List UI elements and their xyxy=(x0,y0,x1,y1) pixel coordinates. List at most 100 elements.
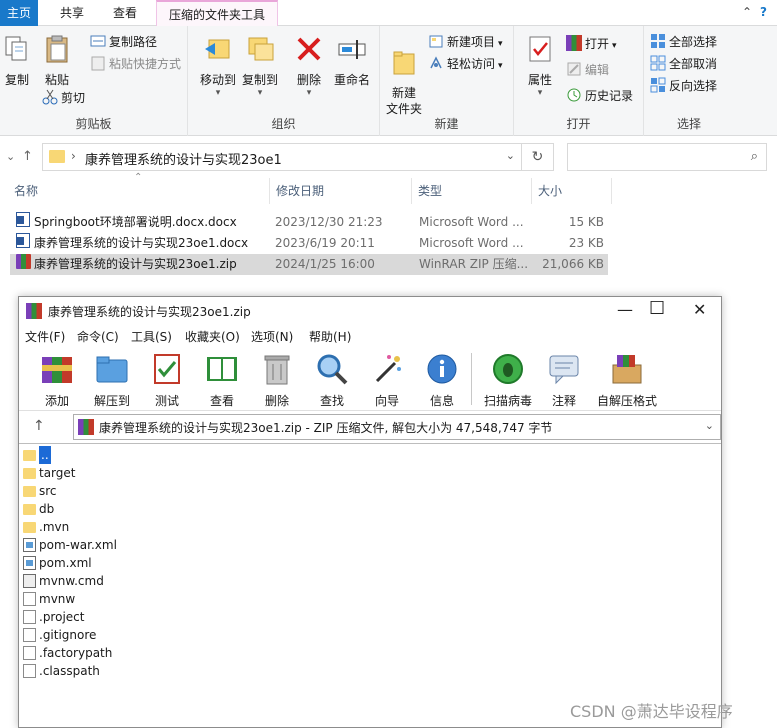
column-header-date[interactable]: 修改日期 xyxy=(270,178,412,204)
column-header-size[interactable]: 大小 xyxy=(532,178,612,204)
file-icon xyxy=(23,592,36,606)
paste-shortcut-button[interactable]: 粘贴快捷方式 xyxy=(90,54,181,74)
comment-icon xyxy=(549,355,579,385)
edit-icon xyxy=(567,62,581,76)
file-name: 康养管理系统的设计与实现23oe1.zip xyxy=(34,257,237,271)
file-row-selected[interactable]: 康养管理系统的设计与实现23oe1.zip 2024/1/25 16:00 Wi… xyxy=(10,254,608,275)
menu-options[interactable]: 选项(N) xyxy=(251,328,293,345)
info-label: 信息 xyxy=(429,394,454,408)
tab-view[interactable]: 查看 xyxy=(102,0,148,26)
address-bar[interactable]: › 康养管理系统的设计与实现23oe1 ⌄ xyxy=(42,143,522,171)
collapse-ribbon-icon[interactable]: ⌃ xyxy=(742,5,752,19)
properties-label: 属性 xyxy=(527,73,552,87)
menu-file[interactable]: 文件(F) xyxy=(25,328,65,345)
minimize-icon[interactable]: — xyxy=(617,300,633,319)
select-none-icon xyxy=(650,55,666,71)
paste-button[interactable]: 粘贴 xyxy=(42,34,72,88)
new-item-button[interactable]: 新建项目 ▾ xyxy=(428,32,503,52)
chevron-down-icon[interactable]: ⌄ xyxy=(705,419,714,432)
file-row[interactable]: 康养管理系统的设计与实现23oe1.docx 2023/6/19 20:11 M… xyxy=(10,233,608,254)
search-icon[interactable]: ⌕ xyxy=(751,149,758,164)
wizard-button[interactable]: 向导 xyxy=(362,351,412,409)
select-all-label: 全部选择 xyxy=(669,35,718,49)
folder-icon xyxy=(23,450,36,461)
view-label: 查看 xyxy=(209,394,234,408)
extract-to-button[interactable]: 解压到 xyxy=(87,351,137,409)
delete-archive-button[interactable]: 删除 xyxy=(252,351,302,409)
virus-scan-button[interactable]: 扫描病毒 xyxy=(480,351,536,409)
recent-locations-icon[interactable]: ⌄ xyxy=(6,150,15,163)
edit-button[interactable]: 编辑 xyxy=(566,60,609,80)
easy-access-button[interactable]: 轻松访问 ▾ xyxy=(428,54,503,74)
file-icon xyxy=(23,610,36,624)
info-icon xyxy=(427,354,457,384)
invert-selection-label: 反向选择 xyxy=(669,79,718,93)
copy-button[interactable]: 复制 xyxy=(2,34,32,88)
winrar-path-row: ↑ 康养管理系统的设计与实现23oe1.zip - ZIP 压缩文件, 解包大小… xyxy=(19,411,721,443)
delete-x-icon xyxy=(297,37,321,61)
tab-compressed-folder-tools[interactable]: 压缩的文件夹工具 xyxy=(156,0,278,26)
select-none-label: 全部取消 xyxy=(669,57,718,71)
delete-button[interactable]: 删除 ▾ xyxy=(292,34,326,98)
folder-icon xyxy=(23,486,36,497)
properties-button[interactable]: 属性 ▾ xyxy=(522,34,558,98)
search-input[interactable] xyxy=(574,144,744,170)
breadcrumb-chevron-icon: › xyxy=(71,149,76,163)
up-arrow-icon[interactable]: ↑ xyxy=(33,418,45,434)
chevron-down-icon[interactable]: ⌄ xyxy=(506,149,515,162)
column-header-name[interactable]: 名称 xyxy=(8,178,270,204)
xml-file-icon xyxy=(23,556,36,570)
delete-dropdown-icon: ▾ xyxy=(306,88,312,98)
item-name: db xyxy=(39,502,55,516)
breadcrumb-path[interactable]: 康养管理系统的设计与实现23oe1 xyxy=(85,149,282,168)
copy-path-button[interactable]: 复制路径 xyxy=(90,32,157,52)
column-header-type[interactable]: 类型 xyxy=(412,178,532,204)
file-row[interactable]: Springboot环境部署说明.docx.docx 2023/12/30 21… xyxy=(10,212,608,233)
menu-favorites[interactable]: 收藏夹(O) xyxy=(185,328,240,345)
sfx-button[interactable]: 自解压格式 xyxy=(594,351,660,409)
word-icon xyxy=(16,233,30,248)
add-button[interactable]: 添加 xyxy=(32,351,82,409)
move-to-button[interactable]: 移动到 ▾ xyxy=(198,34,238,98)
new-item-dropdown-icon: ▾ xyxy=(498,39,503,49)
winrar-titlebar[interactable]: 康养管理系统的设计与实现23oe1.zip — ☐ ✕ xyxy=(19,297,721,325)
rename-button[interactable]: 重命名 xyxy=(330,34,374,88)
winrar-icon xyxy=(566,35,582,51)
organize-group-label: 组织 xyxy=(271,117,296,131)
refresh-button[interactable]: ↻ xyxy=(522,143,554,171)
cut-button[interactable]: 剪切 xyxy=(42,88,85,108)
organize-group: 移动到 ▾ 复制到 ▾ 删除 ▾ 重命名 组织 xyxy=(188,26,380,136)
menu-tools[interactable]: 工具(S) xyxy=(131,328,172,345)
invert-selection-button[interactable]: 反向选择 xyxy=(650,76,717,96)
find-button[interactable]: 查找 xyxy=(307,351,357,409)
folder-icon xyxy=(23,468,36,479)
item-name: pom-war.xml xyxy=(39,538,117,552)
menu-commands[interactable]: 命令(C) xyxy=(77,328,119,345)
properties-dropdown-icon: ▾ xyxy=(537,88,543,98)
item-name: src xyxy=(39,484,57,498)
tab-home[interactable]: 主页 xyxy=(0,0,38,26)
maximize-icon[interactable]: ☐ xyxy=(649,298,665,319)
copy-to-button[interactable]: 复制到 ▾ xyxy=(240,34,280,98)
close-icon[interactable]: ✕ xyxy=(693,300,706,319)
test-button[interactable]: 测试 xyxy=(142,351,192,409)
history-button[interactable]: 历史记录 xyxy=(566,86,633,106)
file-date: 2024/1/25 16:00 xyxy=(275,257,375,271)
info-button[interactable]: 信息 xyxy=(417,351,467,409)
folder-icon xyxy=(49,150,65,163)
select-none-button[interactable]: 全部取消 xyxy=(650,54,717,74)
view-button[interactable]: 查看 xyxy=(197,351,247,409)
help-icon[interactable]: ? xyxy=(760,5,767,19)
menu-help[interactable]: 帮助(H) xyxy=(309,328,351,345)
open-button[interactable]: 打开 ▾ xyxy=(566,34,617,54)
trash-icon xyxy=(264,355,290,385)
comment-button[interactable]: 注释 xyxy=(539,351,589,409)
copy-to-dropdown-icon: ▾ xyxy=(257,88,263,98)
refresh-icon: ↻ xyxy=(531,149,544,165)
item-name: .factorypath xyxy=(39,646,113,660)
archive-path-combobox[interactable]: 康养管理系统的设计与实现23oe1.zip - ZIP 压缩文件, 解包大小为 … xyxy=(73,414,721,440)
new-folder-label: 新建 文件夹 xyxy=(385,86,422,116)
select-all-button[interactable]: 全部选择 xyxy=(650,32,717,52)
up-arrow-icon[interactable]: ↑ xyxy=(22,149,33,164)
tab-share[interactable]: 共享 xyxy=(50,0,94,26)
